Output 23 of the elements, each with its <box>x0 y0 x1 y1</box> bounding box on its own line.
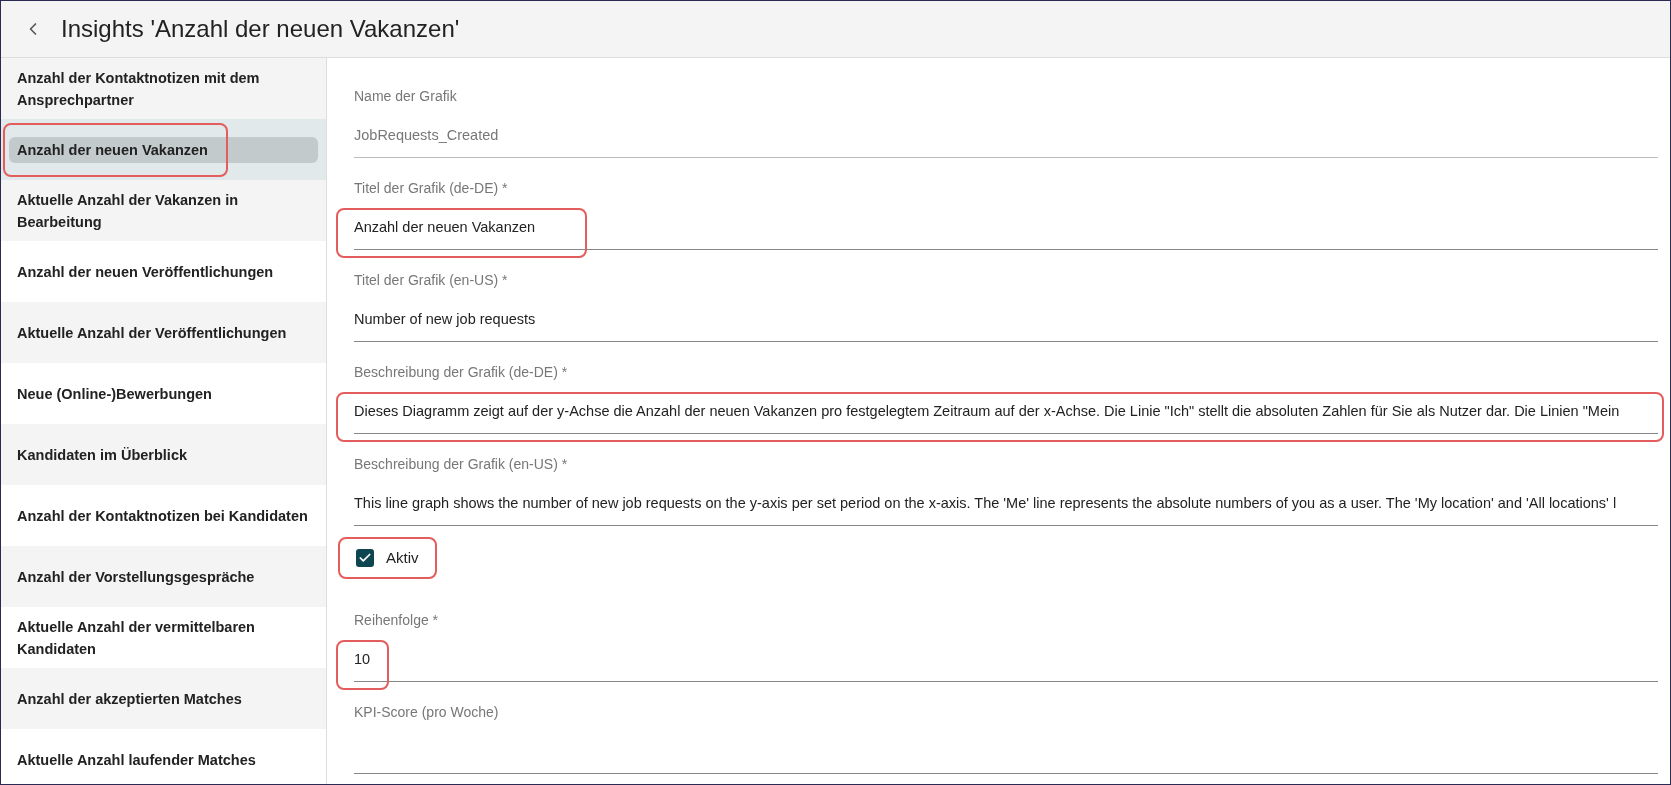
input-field[interactable]: Anzahl der neuen Vakanzen <box>354 206 1658 250</box>
page-title: Insights 'Anzahl der neuen Vakanzen' <box>61 14 460 44</box>
sidebar-item[interactable]: Anzahl der Kontaktnotizen mit dem Ansprechpartner <box>1 58 326 119</box>
sidebar-item[interactable]: Aktuelle Anzahl der Vakanzen in Bearbeitung <box>1 180 326 241</box>
field-label: Titel der Grafik (de-DE) * <box>354 179 509 198</box>
input-field[interactable]: This line graph shows the number of new job requests on the y-axis per set period on the x-axis. The 'Me' line represents the absolute numbers of you as a user. The 'My location' and 'All locations' l <box>354 482 1658 526</box>
input-field[interactable]: 10 <box>354 638 1658 682</box>
field-label: Beschreibung der Grafik (en-US) * <box>354 455 569 474</box>
field-label: Beschreibung der Grafik (de-DE) * <box>354 363 569 382</box>
sidebar-item[interactable]: Aktuelle Anzahl der Veröffentlichungen <box>1 302 326 363</box>
checkbox-icon <box>356 549 374 567</box>
field-label: Reihenfolge * <box>354 611 440 630</box>
input-field[interactable]: Number of new job requests <box>354 298 1658 342</box>
field-label: Name der Grafik <box>354 87 458 106</box>
input-field[interactable]: Dieses Diagramm zeigt auf der y-Achse die Anzahl der neuen Vakanzen pro festgelegtem Zeitraum auf der x-Achse. Die Linie "Ich" stellt die absoluten Zahlen für Sie als Nutzer dar. Die Linien "Mein <box>354 390 1658 434</box>
checkbox-label: Aktiv <box>386 547 419 568</box>
sidebar-item[interactable]: Anzahl der Vorstellungsgespräche <box>1 546 326 607</box>
sidebar-item[interactable]: Kandidaten im Überblick <box>1 424 326 485</box>
sidebar-item[interactable]: Anzahl der neuen Vakanzen <box>1 119 326 180</box>
aktiv-checkbox[interactable]: Aktiv <box>338 536 437 580</box>
field-label: KPI-Score (pro Woche) <box>354 703 500 722</box>
field-label: Titel der Grafik (en-US) * <box>354 271 509 290</box>
sidebar-item[interactable]: Anzahl der akzeptierten Matches <box>1 668 326 729</box>
